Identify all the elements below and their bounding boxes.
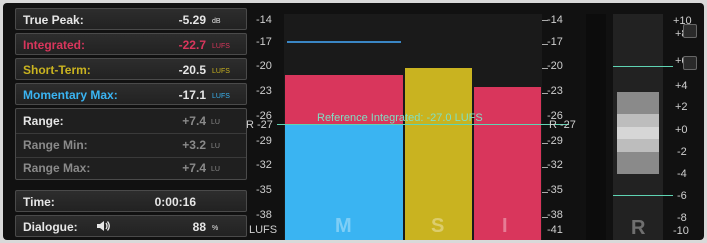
scale-label: -38 xyxy=(256,209,272,221)
speaker-icon xyxy=(96,220,110,235)
scale-label: -23 xyxy=(547,85,563,97)
loudness-meter-area: -14 -17 -20 -23 -26 R -27 -29 -32 -35 -3… xyxy=(246,6,704,240)
reference-scale-label: R -27 xyxy=(549,119,576,131)
scale-label: -14 xyxy=(256,14,272,26)
range-max-line xyxy=(613,66,673,67)
scale-label: -6 xyxy=(677,190,687,202)
scale-label: -17 xyxy=(547,36,563,48)
momentary-meter-bar: M xyxy=(285,75,403,240)
separator xyxy=(586,14,606,240)
momentary-max-unit: LUFS xyxy=(212,93,230,100)
time-row: Time: 0:00:16 xyxy=(15,190,247,212)
scale-label: -35 xyxy=(547,184,563,196)
integrated-meter-bar: I xyxy=(474,87,541,240)
time-value: 0:00:16 xyxy=(154,195,196,209)
scale-label: -29 xyxy=(547,135,563,147)
time-label: Time: xyxy=(23,195,55,209)
scale-label: -14 xyxy=(547,14,563,26)
momentary-max-value: -17.1 xyxy=(178,88,206,102)
range-max-unit: LU xyxy=(211,166,220,173)
range-min-value: +3.2 xyxy=(182,138,206,152)
dialogue-label: Dialogue: xyxy=(23,220,78,234)
integrated-label: Integrated: xyxy=(23,38,86,52)
range-unit: LU xyxy=(211,119,220,126)
short-term-row: Short-Term: -20.5 LUFS xyxy=(15,58,247,80)
reference-scale-label: R -27 xyxy=(246,119,273,131)
scale-label: -41 xyxy=(547,224,563,236)
range-max-row: Range Max: +7.4 LU xyxy=(16,157,246,179)
momentary-max-label: Momentary Max: xyxy=(23,88,118,102)
dialogue-unit: % xyxy=(212,225,219,232)
range-value: +7.4 xyxy=(182,114,206,128)
short-term-label: Short-Term: xyxy=(23,63,91,77)
range-max-label: Range Max: xyxy=(23,161,91,175)
scale-label: -20 xyxy=(256,60,272,72)
short-term-value: -20.5 xyxy=(178,63,206,77)
scale-label: -10 xyxy=(673,225,689,237)
momentary-max-row[interactable]: Momentary Max: -17.1 LUFS xyxy=(15,83,247,105)
short-term-bar-label: S xyxy=(431,215,445,237)
range-max-value: +7.4 xyxy=(182,161,206,175)
scale-label: -32 xyxy=(256,159,272,171)
scale-label: -32 xyxy=(547,159,563,171)
integrated-bar-label: I xyxy=(502,215,508,237)
scale-label: -17 xyxy=(256,36,272,48)
scale-label: -35 xyxy=(256,184,272,196)
scale-label: -2 xyxy=(677,146,687,158)
reference-label: Reference Integrated: -27.0 LUFS xyxy=(317,112,483,124)
integrated-row: Integrated: -22.7 LUFS xyxy=(15,33,247,55)
readout-panel: True Peak: -5.29 dB Integrated: -22.7 LU… xyxy=(6,6,247,237)
scale-label: +4 xyxy=(675,80,688,92)
true-peak-value: -5.29 xyxy=(178,13,206,27)
scale-label: +0 xyxy=(675,124,688,136)
range-label: Range: xyxy=(23,114,64,128)
scale-label: -8 xyxy=(677,212,687,224)
momentary-bar-label: M xyxy=(335,215,352,237)
range-meter: R xyxy=(613,14,663,240)
reference-line xyxy=(277,124,569,125)
dialogue-row: Dialogue: 88 % xyxy=(15,215,247,237)
short-term-unit: LUFS xyxy=(212,68,230,75)
unit-label: LUFS xyxy=(249,224,278,236)
true-peak-unit: dB xyxy=(212,18,221,25)
range-min-row: Range Min: +3.2 LU xyxy=(16,133,246,158)
integrated-value: -22.7 xyxy=(178,38,206,52)
true-peak-label: True Peak: xyxy=(23,13,84,27)
scale-label: +2 xyxy=(675,101,688,113)
meter-option-button[interactable] xyxy=(683,56,697,70)
momentary-max-line xyxy=(287,41,401,43)
integrated-unit: LUFS xyxy=(212,43,230,50)
range-meter-label: R xyxy=(631,217,646,239)
true-peak-row: True Peak: -5.29 dB xyxy=(15,8,247,30)
range-min-label: Range Min: xyxy=(23,138,88,152)
scale-label: -4 xyxy=(677,168,687,180)
scale-label: -23 xyxy=(256,85,272,97)
scale-label: -29 xyxy=(256,135,272,147)
range-group: Range: +7.4 LU Range Min: +3.2 LU Range … xyxy=(15,108,247,180)
dialogue-value: 88 xyxy=(192,220,206,234)
short-term-meter-bar: S xyxy=(405,68,472,240)
meter-option-button[interactable] xyxy=(683,24,697,38)
range-min-line xyxy=(613,195,673,196)
scale-label: -20 xyxy=(547,60,563,72)
range-min-unit: LU xyxy=(211,143,220,150)
scale-label: -38 xyxy=(547,209,563,221)
range-row: Range: +7.4 LU xyxy=(16,109,246,134)
